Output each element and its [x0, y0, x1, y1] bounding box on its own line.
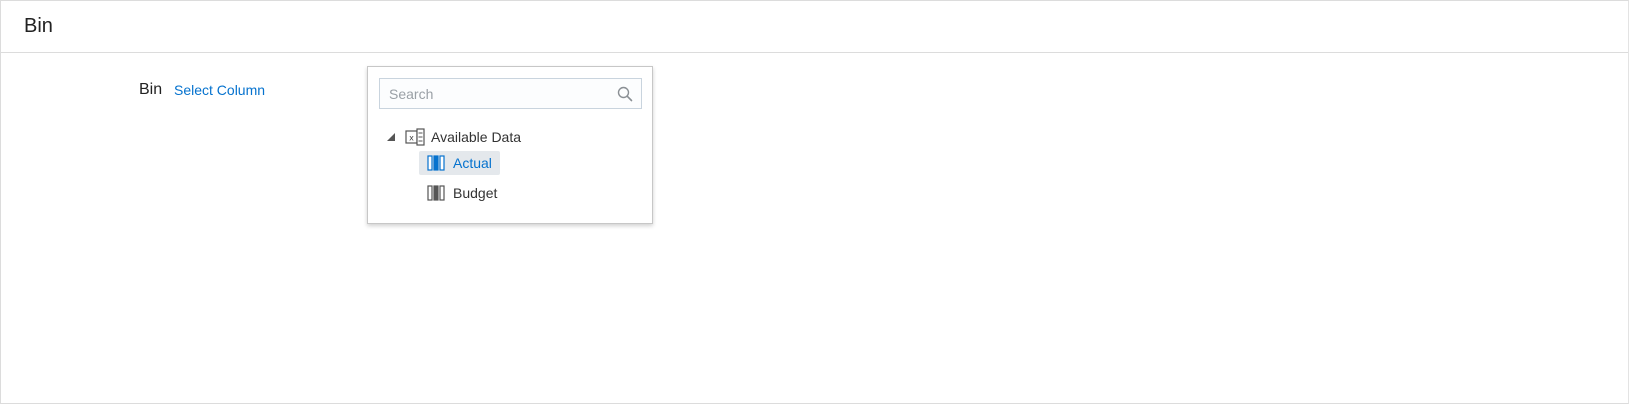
- tree-item-budget[interactable]: Budget: [419, 181, 505, 205]
- search-box: [379, 78, 642, 109]
- column-icon: [427, 185, 445, 201]
- column-icon: [427, 155, 445, 171]
- search-icon[interactable]: [617, 86, 633, 102]
- svg-text:x: x: [409, 134, 414, 143]
- search-input[interactable]: [380, 79, 610, 108]
- page-title: Bin: [24, 15, 53, 37]
- dataset-icon: x: [405, 128, 425, 146]
- page-header: Bin: [1, 1, 1628, 53]
- page-frame: Bin Bin Select Column x Available Da: [0, 0, 1629, 404]
- tree-root-label: Available Data: [431, 129, 522, 145]
- tree-item-actual[interactable]: Actual: [419, 151, 500, 175]
- column-picker-popup: x Available Data Actual Budget: [367, 66, 653, 224]
- collapse-triangle-icon[interactable]: [385, 131, 397, 143]
- tree-item-label: Budget: [453, 185, 498, 201]
- tree-root-available-data[interactable]: x Available Data: [385, 127, 521, 147]
- bin-field-label: Bin: [139, 81, 163, 98]
- tree-item-label: Actual: [453, 155, 492, 171]
- select-column-link[interactable]: Select Column: [174, 81, 265, 99]
